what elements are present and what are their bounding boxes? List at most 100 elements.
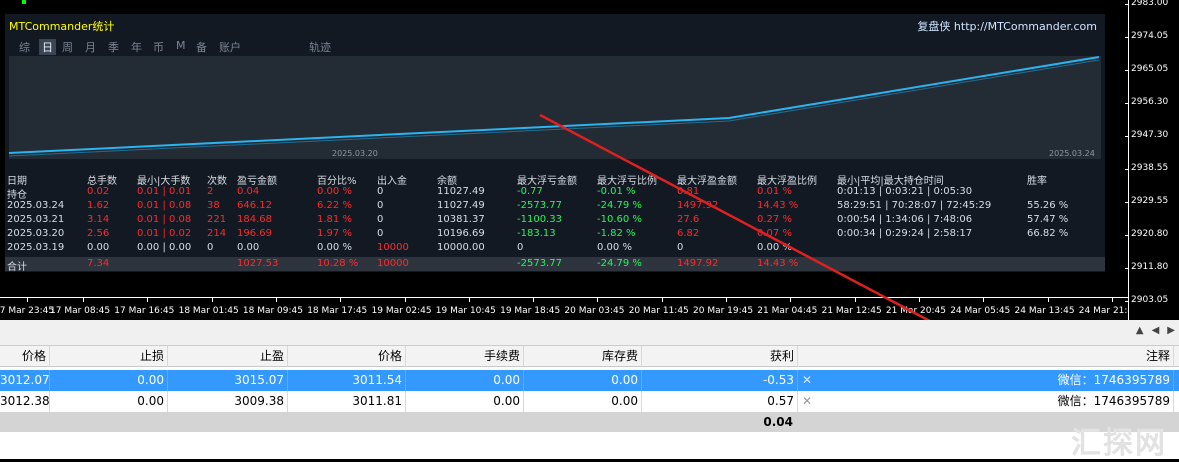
- close-order-icon[interactable]: ✕: [802, 370, 812, 391]
- time-label: 18 Mar 09:45: [242, 306, 303, 316]
- close-order-icon[interactable]: ✕: [802, 391, 812, 412]
- stats-cell: 6.22 %: [317, 200, 352, 211]
- time-label: 19 Mar 18:45: [500, 306, 561, 316]
- time-tick: [1047, 298, 1049, 302]
- time-tick: [147, 298, 149, 302]
- chart-area[interactable]: MTCommander统计 复盘侠 http://MTCommander.com…: [0, 0, 1139, 320]
- stats-cell: 0.00 %: [757, 242, 792, 253]
- price-label: 2903.05: [1131, 295, 1169, 305]
- scroll-right-icon[interactable]: ▶: [1167, 325, 1175, 336]
- price-tick: [1125, 301, 1129, 302]
- table-total-row: 0.04: [0, 412, 1179, 432]
- stats-cell: 0.00 %: [317, 242, 352, 253]
- stats-cell: 0.00: [237, 242, 260, 253]
- table-cell: 3011.81: [288, 391, 406, 412]
- table-cell: 3012.07: [0, 370, 50, 391]
- time-label: 20 Mar 11:45: [628, 306, 689, 316]
- table-header: 价格 止损 止盈 价格 手续费 库存费 获利 注释: [0, 346, 1179, 367]
- table-cell: 止损: [50, 346, 168, 367]
- stats-header: 最小|大手数: [137, 176, 191, 187]
- table-cell: 库存费: [524, 346, 642, 367]
- tab-10[interactable]: 轨迹: [309, 39, 331, 55]
- stats-cell: 0.00 | 0.00: [137, 242, 192, 253]
- price-tick: [1125, 4, 1129, 5]
- stats-sum-cell: 10000: [377, 258, 409, 269]
- price-label: 2965.05: [1131, 64, 1169, 74]
- tab-4[interactable]: 季: [108, 39, 119, 55]
- price-tick: [1125, 235, 1129, 236]
- stats-cell: 0: [377, 214, 384, 225]
- price-axis: 2983.00 2974.05 2965.05 2956.30 2947.30 2938.…: [1125, 0, 1179, 320]
- time-tick: [790, 298, 792, 302]
- price-label: 2947.30: [1131, 130, 1169, 140]
- stats-header: 最大浮亏比例: [597, 176, 657, 187]
- price-tick: [1125, 37, 1129, 38]
- stats-cell: 0.00 %: [317, 186, 352, 197]
- scroll-left-icon[interactable]: ◀: [1152, 325, 1160, 336]
- stats-cell: 0.04: [237, 186, 260, 197]
- time-label: 21 Mar 12:45: [821, 306, 882, 316]
- time-tick: [1111, 298, 1113, 302]
- tab-7[interactable]: M: [176, 39, 186, 52]
- price-tick: [1125, 202, 1129, 203]
- stats-cell: 11027.49: [437, 186, 485, 197]
- tab-8[interactable]: 备: [196, 39, 207, 55]
- table-cell: 价格: [0, 346, 50, 367]
- price-label: 2974.05: [1131, 31, 1169, 41]
- stats-cell: 11027.49: [437, 200, 485, 211]
- horizontal-scrollbar[interactable]: ▲ ◀ ▶: [0, 320, 1179, 346]
- table-cell: 3011.54: [288, 370, 406, 391]
- equity-svg: [9, 56, 1100, 157]
- chart-top-bar: [22, 0, 26, 4]
- stats-cell: -2573.77: [517, 200, 562, 211]
- stats-cell: 0.01 | 0.01: [137, 186, 192, 197]
- stats-cell: 0.01 | 0.02: [137, 228, 192, 239]
- time-tick: [597, 298, 599, 302]
- stats-cell: 2025.03.19: [7, 242, 65, 253]
- stats-sum-cell: 14.43 %: [757, 258, 799, 269]
- table-row[interactable]: 3012.07 0.00 3015.07 3011.54 0.00 0.00 -0.53 微信…: [0, 370, 1179, 391]
- stats-header: 日期: [7, 176, 27, 187]
- table-cell: 注释: [816, 346, 1174, 367]
- tab-0[interactable]: 综: [19, 39, 30, 55]
- panel-brand[interactable]: 复盘侠 http://MTCommander.com: [917, 18, 1097, 34]
- stats-cell: 0: [377, 200, 384, 211]
- stats-cell: 221: [207, 214, 227, 225]
- table-row[interactable]: 3012.38 0.00 3009.38 3011.81 0.00 0.00 0.57 微信：…: [0, 391, 1179, 412]
- stats-cell: 196.69: [237, 228, 272, 239]
- time-axis: 17 Mar 23:45 17 Mar 08:45 17 Mar 16:45 18 M…: [0, 297, 1139, 320]
- plot-date-left: 2025.03.20: [332, 149, 378, 158]
- panel-title: MTCommander统计: [9, 20, 115, 33]
- stats-cell: 2025.03.21: [7, 214, 65, 225]
- trade-table: 价格 止损 止盈 价格 手续费 库存费 获利 注释 3012.07 0.00 3015.07 301…: [0, 346, 1179, 459]
- stats-cell: 2025.03.20: [7, 228, 65, 239]
- equity-plot: 2025.03.20 2025.03.24: [9, 56, 1101, 159]
- price-label: 2920.80: [1131, 229, 1169, 239]
- stats-cell: 10381.37: [437, 214, 485, 225]
- scroll-up-icon[interactable]: ▲: [1136, 325, 1144, 336]
- table-cell: 止盈: [168, 346, 288, 367]
- stats-cell: 2.56: [87, 228, 110, 239]
- stats-cell: 0: [377, 228, 384, 239]
- stats-cell: 27.6: [677, 214, 700, 225]
- stats-sum-cell: -24.79 %: [597, 258, 642, 269]
- table-cell: 手续费: [406, 346, 524, 367]
- tab-9[interactable]: 账户: [219, 39, 241, 55]
- tab-3[interactable]: 月: [85, 39, 96, 55]
- price-tick: [1125, 169, 1129, 170]
- stats-cell: 10196.69: [437, 228, 485, 239]
- stats-sum-cell: 合计: [7, 262, 27, 273]
- tab-1[interactable]: 日: [39, 39, 56, 55]
- stats-header: 次数: [207, 176, 227, 187]
- stats-header: 胜率: [1027, 176, 1047, 187]
- stats-header: 出入金: [377, 176, 407, 187]
- table-cell: 微信：1746395789: [816, 391, 1174, 412]
- table-cell: 3009.38: [168, 391, 288, 412]
- price-label: 2956.30: [1131, 97, 1169, 107]
- stats-cell: 10000.00: [437, 242, 485, 253]
- stats-sum-cell: 1027.53: [237, 258, 279, 269]
- table-cell: -0.53: [642, 370, 798, 391]
- tab-6[interactable]: 币: [153, 39, 164, 55]
- tab-2[interactable]: 周: [62, 39, 73, 55]
- tab-5[interactable]: 年: [131, 39, 142, 55]
